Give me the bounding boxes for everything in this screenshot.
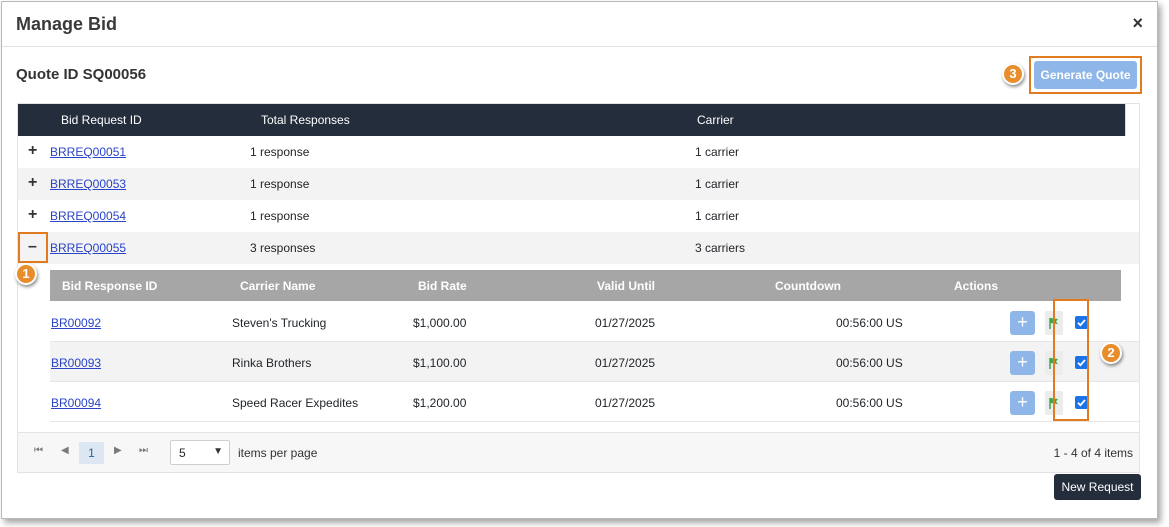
callout-2: 2 [1100, 342, 1122, 364]
add-button[interactable]: + [1010, 391, 1035, 415]
expand-icon[interactable]: + [28, 174, 37, 192]
bid-rate: $1,100.00 [413, 356, 467, 370]
table-row: + BRREQ00051 1 response 1 carrier [18, 136, 1139, 168]
col-bid-rate[interactable]: Bid Rate [418, 279, 467, 293]
checkbox-highlight [1053, 299, 1089, 421]
add-button[interactable]: + [1010, 311, 1035, 335]
bid-rate: $1,000.00 [413, 316, 467, 330]
page-number-current[interactable]: 1 [79, 442, 104, 464]
bid-request-link[interactable]: BRREQ00051 [50, 145, 126, 159]
carrier-count: 3 carriers [695, 241, 746, 255]
expand-icon[interactable]: + [28, 142, 37, 160]
generate-quote-button[interactable]: Generate Quote [1034, 61, 1137, 89]
first-page-icon[interactable]: ⏮ [34, 445, 43, 456]
col-countdown[interactable]: Countdown [775, 279, 841, 293]
add-button[interactable]: + [1010, 351, 1035, 375]
scrollbar-gutter [1125, 104, 1139, 136]
items-per-page-label: items per page [238, 446, 318, 460]
valid-until: 01/27/2025 [595, 356, 656, 370]
col-carrier-name[interactable]: Carrier Name [240, 279, 315, 293]
col-valid-until[interactable]: Valid Until [597, 279, 655, 293]
bid-request-link[interactable]: BRREQ00054 [50, 209, 126, 223]
carrier-name: Steven's Trucking [232, 316, 327, 330]
callout-3: 3 [1002, 63, 1024, 85]
generate-quote-highlight: Generate Quote [1029, 56, 1142, 94]
valid-until: 01/27/2025 [595, 316, 656, 330]
total-responses: 1 response [250, 145, 310, 159]
scrollbar-gutter [1121, 270, 1139, 301]
dialog-title: Manage Bid [16, 14, 118, 34]
bid-response-link[interactable]: BR00092 [51, 316, 101, 330]
dialog-header: Manage Bid × [2, 2, 1157, 47]
col-total-responses[interactable]: Total Responses [261, 113, 350, 127]
bid-grid-header: Bid Request ID Total Responses Carrier [18, 104, 1125, 136]
total-responses: 3 responses [250, 241, 316, 255]
pager-info: 1 - 4 of 4 items [1053, 446, 1133, 460]
col-bid-request-id[interactable]: Bid Request ID [61, 113, 142, 127]
bid-rate: $1,200.00 [413, 396, 467, 410]
page-size-select[interactable]: 5 ▼ [170, 440, 230, 465]
carrier-count: 1 carrier [695, 209, 740, 223]
manage-bid-dialog: Manage Bid × Quote ID SQ00056 Generate Q… [1, 1, 1158, 519]
table-row: BR00093 Rinka Brothers $1,100.00 01/27/2… [50, 342, 1139, 382]
collapse-icon[interactable]: – [28, 238, 37, 256]
bid-request-link[interactable]: BRREQ00053 [50, 177, 126, 191]
bid-response-link[interactable]: BR00093 [51, 356, 101, 370]
carrier-name: Speed Racer Expedites [232, 396, 359, 410]
table-row: BR00094 Speed Racer Expedites $1,200.00 … [50, 382, 1139, 422]
countdown: 00:56:00 US [836, 396, 903, 410]
total-responses: 1 response [250, 177, 310, 191]
quote-id-label: Quote ID SQ00056 [16, 66, 147, 83]
col-actions: Actions [954, 279, 999, 293]
table-row: + BRREQ00053 1 response 1 carrier [18, 168, 1139, 200]
next-page-icon[interactable]: ▶ [114, 445, 122, 456]
close-icon[interactable]: × [1132, 13, 1143, 33]
carrier-count: 1 carrier [695, 177, 740, 191]
valid-until: 01/27/2025 [595, 396, 656, 410]
expand-icon[interactable]: + [28, 206, 37, 224]
col-bid-response-id[interactable]: Bid Response ID [62, 279, 157, 293]
col-carrier[interactable]: Carrier [697, 113, 734, 127]
carrier-count: 1 carrier [695, 145, 740, 159]
pager: ⏮ ◀ 1 ▶ ⏭ 5 ▼ items per page 1 - 4 of 4 … [18, 432, 1139, 472]
total-responses: 1 response [250, 209, 310, 223]
bid-response-link[interactable]: BR00094 [51, 396, 101, 410]
last-page-icon[interactable]: ⏭ [139, 445, 148, 456]
countdown: 00:56:00 US [836, 316, 903, 330]
new-request-button[interactable]: New Request [1054, 474, 1141, 500]
bid-request-link[interactable]: BRREQ00055 [50, 241, 126, 255]
carrier-name: Rinka Brothers [232, 356, 312, 370]
bid-request-grid: Bid Request ID Total Responses Carrier +… [17, 103, 1140, 473]
callout-1: 1 [15, 263, 37, 285]
countdown: 00:56:00 US [836, 356, 903, 370]
table-row-expanded: – BRREQ00055 3 responses 3 carriers [18, 232, 1139, 264]
page-size-value: 5 [179, 446, 186, 460]
table-row: BR00092 Steven's Trucking $1,000.00 01/2… [50, 302, 1139, 342]
bid-response-grid: Bid Response ID Carrier Name Bid Rate Va… [50, 270, 1139, 425]
response-grid-header: Bid Response ID Carrier Name Bid Rate Va… [50, 270, 1121, 301]
table-row: + BRREQ00054 1 response 1 carrier [18, 200, 1139, 232]
prev-page-icon[interactable]: ◀ [61, 445, 69, 456]
caret-down-icon: ▼ [213, 446, 223, 457]
